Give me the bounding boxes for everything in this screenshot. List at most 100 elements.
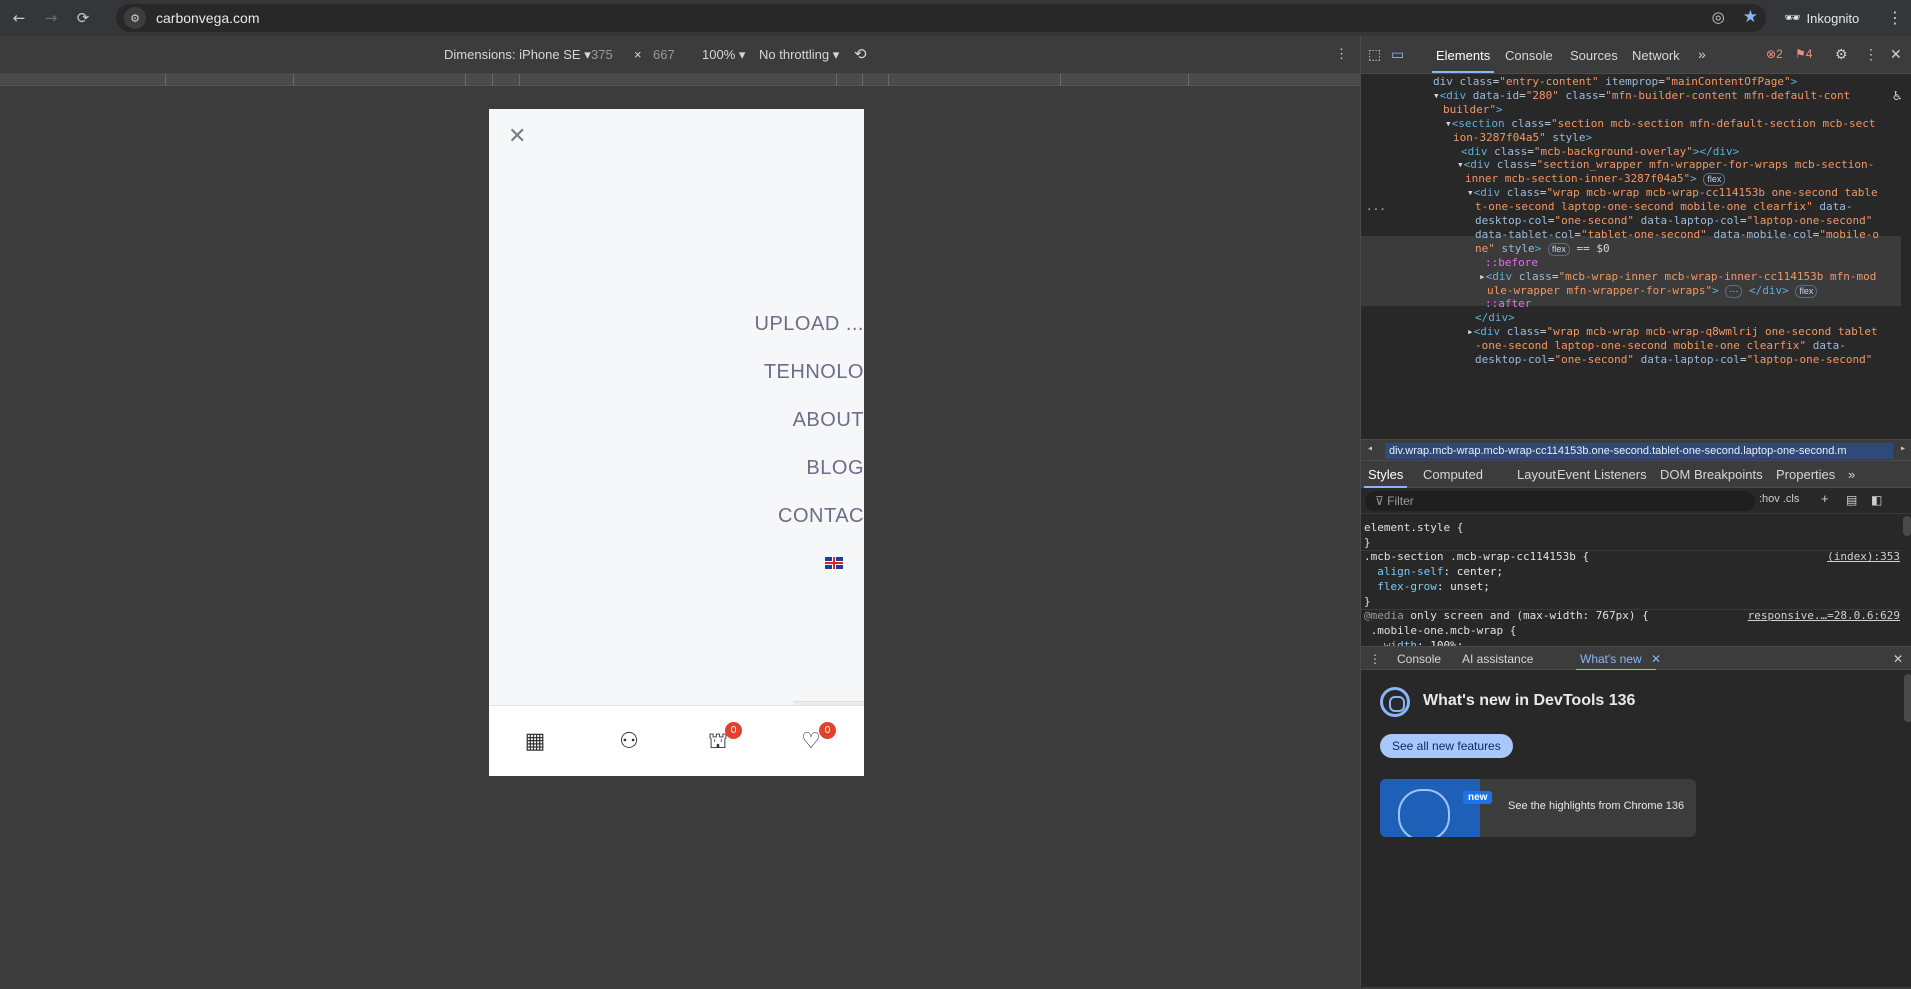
- width-input[interactable]: 375: [591, 47, 613, 62]
- css-rule-line[interactable]: .mobile-one.mcb-wrap {: [1364, 623, 1517, 638]
- menu-item-blog[interactable]: BLOG: [806, 457, 864, 480]
- inspect-element-icon[interactable]: ⬚: [1368, 46, 1381, 63]
- close-tab-icon[interactable]: ✕: [1651, 652, 1661, 666]
- browser-menu-icon[interactable]: ⋮: [1887, 8, 1903, 27]
- css-rule-line[interactable]: }: [1364, 535, 1371, 550]
- tab-console[interactable]: Console: [1505, 48, 1553, 63]
- node-actions-icon[interactable]: ···: [1366, 202, 1386, 219]
- zoom-select[interactable]: 100% ▾: [702, 47, 745, 63]
- whats-new-scrollbar[interactable]: [1904, 674, 1911, 722]
- device-select[interactable]: Dimensions: iPhone SE ▾: [444, 47, 591, 63]
- tab-elements[interactable]: Elements: [1431, 48, 1495, 73]
- css-rule-line[interactable]: align-self: center;: [1364, 564, 1503, 579]
- breadcrumb-left-icon[interactable]: ◂: [1367, 443, 1373, 454]
- incognito-indicator[interactable]: 🕶 Inkognito: [1774, 6, 1869, 30]
- devtools-menu-icon[interactable]: ⋮: [1864, 46, 1878, 63]
- browser-toolbar: ← → ⟳ ⚙ carbonvega.com ◎ ★ 🕶 Inkognito ⋮: [0, 0, 1911, 36]
- throttling-select[interactable]: No throttling ▾: [759, 47, 839, 63]
- grid-icon[interactable]: ▦: [523, 730, 547, 754]
- styles-filter-row: ⊽ Filter :hov .cls + ▤ ◧: [1361, 488, 1911, 514]
- eye-off-icon[interactable]: ◎: [1712, 8, 1725, 26]
- profile-label: Inkognito: [1806, 10, 1860, 26]
- device-toggle-icon[interactable]: ▭: [1391, 46, 1404, 63]
- incognito-icon: 🕶: [1784, 10, 1801, 25]
- warning-count[interactable]: ⚑4: [1795, 47, 1812, 61]
- close-drawer-icon[interactable]: ✕: [1893, 652, 1903, 666]
- media-query-ruler[interactable]: [0, 74, 1360, 86]
- dom-node-line[interactable]: desktop-col="one-second" data-laptop-col…: [1475, 352, 1872, 367]
- mobile-bottom-bar: ▦ ⚇ ⛫ 0 ♡ 0: [489, 705, 864, 776]
- more-style-tabs-icon[interactable]: »: [1848, 467, 1855, 482]
- new-badge: new: [1463, 791, 1493, 804]
- error-count[interactable]: ⊗2: [1766, 47, 1783, 61]
- breadcrumb-current[interactable]: div.wrap.mcb-wrap.mcb-wrap-cc114153b.one…: [1385, 443, 1893, 459]
- forward-icon[interactable]: →: [38, 5, 64, 31]
- css-rule-line[interactable]: flex-grow: unset;: [1364, 579, 1490, 594]
- cart-count-badge: 0: [725, 722, 742, 739]
- styles-tabbar: Styles Computed Layout Event Listeners D…: [1361, 461, 1911, 488]
- see-all-features-button[interactable]: See all new features: [1380, 734, 1513, 758]
- drawer-tab-console[interactable]: Console: [1397, 652, 1441, 666]
- highlights-image: [1380, 779, 1480, 837]
- css-rule-line[interactable]: element.style {: [1364, 520, 1463, 535]
- drawer-tab-whats-new[interactable]: What's new: [1576, 652, 1656, 671]
- more-tabs-icon[interactable]: »: [1698, 46, 1706, 62]
- close-devtools-icon[interactable]: ✕: [1890, 46, 1902, 63]
- tab-network[interactable]: Network: [1632, 48, 1680, 63]
- rotate-icon[interactable]: ⟲: [854, 45, 867, 63]
- drawer-tab-ai-assistance[interactable]: AI assistance: [1462, 652, 1533, 666]
- styles-filter-input[interactable]: ⊽ Filter: [1365, 491, 1755, 511]
- rule-source-link[interactable]: (index):353: [1827, 549, 1900, 564]
- whats-new-title: What's new in DevTools 136: [1423, 692, 1636, 709]
- height-input[interactable]: 667: [653, 47, 675, 62]
- css-rule-line[interactable]: @media only screen and (max-width: 767px…: [1364, 608, 1649, 623]
- menu-item-technology[interactable]: TEHNOLO: [764, 361, 864, 384]
- address-bar[interactable]: ⚙ carbonvega.com ◎ ★: [116, 4, 1766, 32]
- tab-layout[interactable]: Layout: [1517, 467, 1556, 482]
- uk-flag-icon[interactable]: [825, 557, 843, 569]
- whats-new-panel: What's new in DevTools 136 See all new f…: [1361, 670, 1911, 987]
- hov-cls-toggles[interactable]: :hov .cls: [1759, 493, 1799, 505]
- dom-breadcrumb: ◂ div.wrap.mcb-wrap.mcb-wrap-cc114153b.o…: [1361, 439, 1911, 461]
- tab-sources[interactable]: Sources: [1570, 48, 1618, 63]
- close-menu-icon[interactable]: ✕: [508, 126, 530, 148]
- devtools-panel: ⬚ ▭ Elements Console Sources Network » ⊗…: [1360, 36, 1911, 987]
- menu-item-contact[interactable]: CONTAC: [778, 505, 864, 528]
- paint-icon[interactable]: ▤: [1846, 493, 1857, 507]
- highlights-text: See the highlights from Chrome 136: [1508, 800, 1685, 812]
- bookmark-star-icon[interactable]: ★: [1743, 7, 1758, 27]
- tab-computed[interactable]: Computed: [1423, 467, 1483, 482]
- url-text[interactable]: carbonvega.com: [156, 10, 260, 26]
- tab-properties[interactable]: Properties: [1776, 467, 1835, 482]
- dom-node-line[interactable]: ule-wrapper mfn-wrapper-for-wraps"> ··· …: [1487, 283, 1818, 300]
- chrome-devtools-logo-icon: [1380, 687, 1410, 717]
- sidebar-toggle-icon[interactable]: ◧: [1871, 493, 1882, 507]
- menu-item-upload[interactable]: UPLOAD ...: [755, 313, 864, 336]
- tab-event-listeners[interactable]: Event Listeners: [1557, 467, 1647, 482]
- dom-node-line[interactable]: data-tablet-col="tablet-one-second" data…: [1475, 366, 1879, 368]
- tab-dom-breakpoints[interactable]: DOM Breakpoints: [1660, 467, 1763, 482]
- drawer-menu-icon[interactable]: ⋮: [1369, 652, 1381, 666]
- dimension-separator: ×: [634, 47, 642, 62]
- site-info-icon[interactable]: ⚙: [124, 7, 146, 29]
- device-toolbar: Dimensions: iPhone SE ▾ 375 × 667 100% ▾…: [0, 36, 1360, 74]
- elements-tree[interactable]: ··· div class="entry-content" itemprop="…: [1361, 74, 1911, 367]
- wishlist-count-badge: 0: [819, 722, 836, 739]
- accessibility-icon[interactable]: ♿: [1893, 88, 1901, 105]
- rule-source-link[interactable]: responsive.…=28.0.6:629: [1748, 608, 1900, 623]
- drawer-tabbar: ⋮ Console AI assistance What's new ✕ ✕: [1361, 646, 1911, 671]
- css-rule-line[interactable]: .mcb-section .mcb-wrap-cc114153b {: [1364, 549, 1589, 564]
- menu-item-about[interactable]: ABOUT: [793, 409, 864, 432]
- highlights-card[interactable]: new See the highlights from Chrome 136: [1380, 779, 1696, 837]
- css-rule-line[interactable]: }: [1364, 594, 1371, 609]
- tab-styles[interactable]: Styles: [1363, 467, 1408, 488]
- styles-scrollbar[interactable]: [1903, 516, 1911, 536]
- add-rule-icon[interactable]: +: [1821, 491, 1829, 506]
- settings-gear-icon[interactable]: ⚙: [1835, 46, 1848, 63]
- reload-icon[interactable]: ⟳: [70, 5, 96, 31]
- breadcrumb-right-icon[interactable]: ▸: [1900, 443, 1906, 454]
- back-icon[interactable]: ←: [6, 5, 32, 31]
- account-icon[interactable]: ⚇: [617, 730, 641, 754]
- device-toolbar-more-icon[interactable]: ⋮: [1335, 46, 1348, 62]
- devtools-tabbar: ⬚ ▭ Elements Console Sources Network » ⊗…: [1361, 36, 1911, 74]
